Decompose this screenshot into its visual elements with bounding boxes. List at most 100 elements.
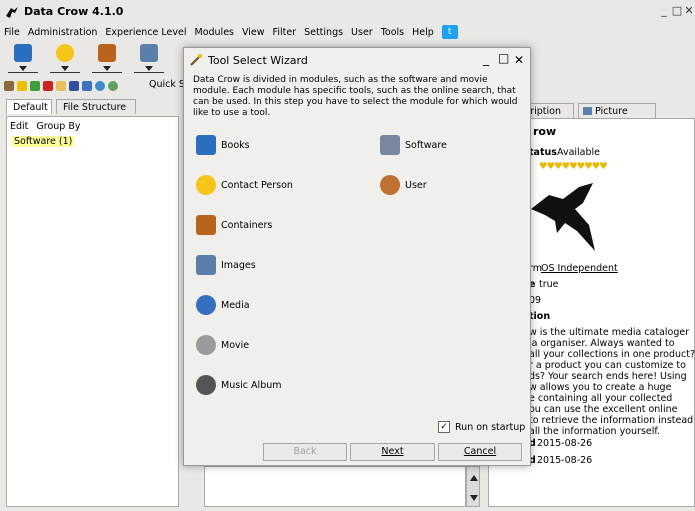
menu-administration[interactable]: Administration xyxy=(28,27,98,38)
module-option-books[interactable]: Books xyxy=(196,135,250,155)
menu-user[interactable]: User xyxy=(351,27,373,38)
module-option-label: Music Album xyxy=(221,379,282,391)
item-list-panel xyxy=(204,466,466,507)
menu-tools[interactable]: Tools xyxy=(381,27,404,38)
smiley-icon xyxy=(196,175,216,195)
star-icon[interactable] xyxy=(17,81,27,91)
module-option-label: Books xyxy=(221,139,250,151)
menu-file[interactable]: File xyxy=(4,27,20,38)
close-button[interactable]: ✕ xyxy=(683,5,695,17)
section-label: tion xyxy=(529,311,551,322)
tab-file-structure[interactable]: File Structure xyxy=(56,99,136,114)
tab-picture-front[interactable]: Picture Front xyxy=(578,103,656,132)
copy-icon[interactable] xyxy=(82,81,92,91)
book-icon xyxy=(196,135,216,155)
module-option-media[interactable]: Media xyxy=(196,295,250,315)
module-option-user[interactable]: User xyxy=(380,175,427,195)
containers-module-button[interactable] xyxy=(92,42,122,74)
books-module-button[interactable] xyxy=(8,42,38,74)
menu-help[interactable]: Help xyxy=(412,27,434,38)
wizard-wand-icon xyxy=(190,54,202,66)
tree-node-software[interactable]: Software (1) xyxy=(12,136,75,147)
tab-default[interactable]: Default xyxy=(6,99,52,114)
scroll-down-icon[interactable] xyxy=(470,495,478,501)
minimize-button[interactable]: _ xyxy=(658,5,670,17)
tool-select-wizard-dialog: Tool Select Wizard _ □ ✕ Data Crow is di… xyxy=(183,47,531,466)
group-by-menu[interactable]: Group By xyxy=(36,121,80,132)
dialog-minimize-button[interactable]: _ xyxy=(483,52,489,66)
module-option-label: Media xyxy=(221,299,250,311)
back-button[interactable]: Back xyxy=(263,443,347,461)
smiley-icon xyxy=(56,44,74,62)
module-option-label: Movie xyxy=(221,339,250,351)
description-line: w allows you to create a huge xyxy=(529,382,672,393)
module-option-movie[interactable]: Movie xyxy=(196,335,249,355)
module-option-label: User xyxy=(405,179,427,191)
tree-menu: Edit Group By xyxy=(10,121,81,132)
module-option-label: Images xyxy=(221,259,256,271)
edit-menu[interactable]: Edit xyxy=(10,121,28,132)
box-icon xyxy=(196,215,216,235)
module-option-label: Contact Person xyxy=(221,179,293,191)
description-line: e containing all your collected xyxy=(529,393,673,404)
film-reel-icon xyxy=(196,335,216,355)
menu-modules[interactable]: Modules xyxy=(195,27,235,38)
box-icon xyxy=(98,44,116,62)
image-icon xyxy=(583,107,592,115)
modified-value: 2015-08-26 xyxy=(537,455,593,466)
image-icon xyxy=(196,255,216,275)
menu-bar: File Administration Experience Level Mod… xyxy=(0,24,695,40)
title-bar: Data Crow 4.1.0 _ □ ✕ xyxy=(0,0,695,24)
description-line: ds? Your search ends here! Using xyxy=(529,371,687,382)
dialog-maximize-button[interactable]: □ xyxy=(498,51,509,65)
folder-icon[interactable] xyxy=(56,81,66,91)
status-value: Available xyxy=(557,147,601,158)
menu-filter[interactable]: Filter xyxy=(273,27,297,38)
delete-icon[interactable] xyxy=(43,81,53,91)
chevron-down-icon xyxy=(103,66,111,71)
scroll-up-icon[interactable] xyxy=(470,475,478,481)
twitter-icon[interactable]: t xyxy=(441,25,458,39)
flag-value: true xyxy=(539,279,559,290)
next-button[interactable]: Next xyxy=(350,443,435,461)
description-line: to retrieve the information instead xyxy=(529,415,694,426)
contact-module-button[interactable] xyxy=(50,42,80,74)
dialog-title: Tool Select Wizard xyxy=(208,54,308,67)
run-on-startup-checkbox[interactable]: ✓ Run on startup xyxy=(438,421,525,433)
checkbox-checked-icon[interactable]: ✓ xyxy=(438,421,450,433)
module-option-music-album[interactable]: Music Album xyxy=(196,375,282,395)
users-icon xyxy=(380,175,400,195)
description-line: all your collections in one product? xyxy=(529,349,695,360)
maximize-button[interactable]: □ xyxy=(671,5,683,17)
images-module-button[interactable] xyxy=(134,42,164,74)
chevron-down-icon xyxy=(61,66,69,71)
save-icon[interactable] xyxy=(69,81,79,91)
module-option-software[interactable]: Software xyxy=(380,135,447,155)
wizard-wand-icon[interactable] xyxy=(4,81,14,91)
cancel-button[interactable]: Cancel xyxy=(438,443,522,461)
image-icon xyxy=(140,44,158,62)
module-option-images[interactable]: Images xyxy=(196,255,256,275)
platform-link[interactable]: OS Independent xyxy=(541,263,618,274)
module-option-containers[interactable]: Containers xyxy=(196,215,272,235)
item-title: row xyxy=(533,125,557,138)
description-line: ou can use the excellent online xyxy=(529,404,678,415)
rating-stars: ♥♥♥♥♥♥♥♥♥ xyxy=(539,161,608,172)
web-icon[interactable] xyxy=(108,81,118,91)
book-icon xyxy=(14,44,32,62)
menu-view[interactable]: View xyxy=(242,27,265,38)
scrollbar[interactable] xyxy=(466,466,480,507)
action-toolbar xyxy=(4,79,121,93)
add-icon[interactable] xyxy=(30,81,40,91)
module-option-label: Software xyxy=(405,139,447,151)
module-option-label: Containers xyxy=(221,219,273,231)
dialog-close-button[interactable]: ✕ xyxy=(514,53,524,67)
menu-settings[interactable]: Settings xyxy=(304,27,343,38)
description-line: r a product you can customize to xyxy=(529,360,686,371)
module-option-contact-person[interactable]: Contact Person xyxy=(196,175,293,195)
menu-experience-level[interactable]: Experience Level xyxy=(105,27,186,38)
quick-search-label: Quick S xyxy=(149,79,185,90)
globe-icon[interactable] xyxy=(95,81,105,91)
module-toolbar xyxy=(0,40,190,78)
chevron-down-icon xyxy=(145,66,153,71)
